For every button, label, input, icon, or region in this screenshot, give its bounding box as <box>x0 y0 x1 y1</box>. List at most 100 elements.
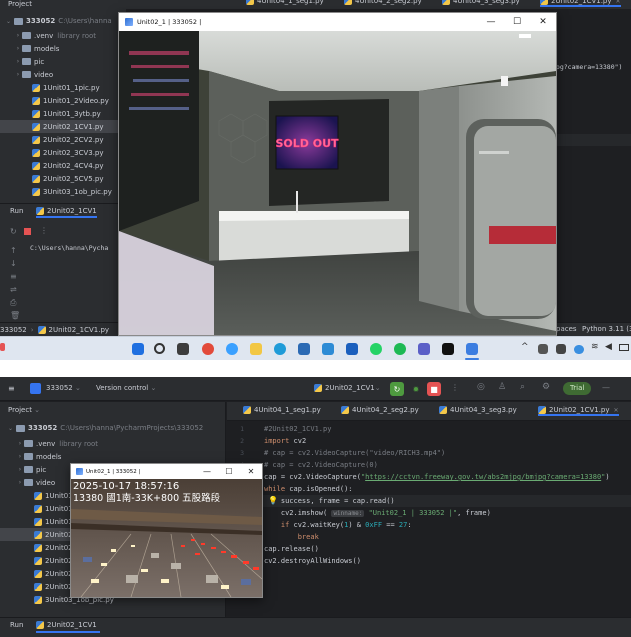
chevron-right-icon[interactable]: › <box>16 479 24 486</box>
status-indent[interactable]: paces <box>556 325 577 333</box>
project-root[interactable]: ⌄ 333052 C:\Users\hanna\PycharmProjects\… <box>8 424 203 432</box>
rerun-icon[interactable]: ↻ <box>10 227 17 236</box>
capture-window-titlebar[interactable]: Unit02_1 | 333052 | — ☐ ✕ <box>119 13 556 31</box>
editor-tab[interactable]: 4Unit04_2_seg2.py <box>341 406 419 414</box>
run-label[interactable]: Run <box>10 207 23 215</box>
store-icon[interactable] <box>298 343 310 355</box>
code-line[interactable]: # cap = cv2.VideoCapture("video/RICH3.mp… <box>264 447 445 459</box>
minimize-button[interactable]: — <box>602 383 610 392</box>
chevron-right-icon[interactable]: › <box>14 71 22 78</box>
pycharm-icon[interactable] <box>442 343 454 355</box>
search-icon[interactable] <box>154 343 165 354</box>
start-icon[interactable] <box>132 343 144 355</box>
project-switcher[interactable]: 333052 ⌄ <box>46 384 81 392</box>
code-line[interactable]: if cv2.waitKey(1) & 0xFF == 27: <box>264 519 412 531</box>
tray-app-icon[interactable] <box>556 344 566 354</box>
task-view-icon[interactable] <box>177 343 189 355</box>
account-icon[interactable]: ♙ <box>498 382 506 392</box>
status-project[interactable]: 333052 <box>0 326 27 334</box>
tray-app-icon[interactable] <box>538 344 548 354</box>
chevron-right-icon[interactable]: › <box>16 453 24 460</box>
app-icon[interactable] <box>322 343 334 355</box>
run-label[interactable]: Run <box>10 621 23 629</box>
tree-folder[interactable]: › .venv library root <box>0 437 226 450</box>
tray-chevron-icon[interactable]: ^ <box>521 342 529 352</box>
tree-file[interactable]: 2Unit02_2CV2.py <box>0 133 126 146</box>
tree-file[interactable]: 1Unit01_2Video.py <box>0 94 126 107</box>
capture-window-titlebar[interactable]: Unit02_1 | 333052 | — ☐ ✕ <box>71 464 262 479</box>
more-options-icon[interactable]: ⋮ <box>40 226 48 235</box>
tree-file[interactable]: 2Unit02_5CV5.py <box>0 172 126 185</box>
status-interpreter[interactable]: Python 3.11 (3 <box>582 325 631 333</box>
code-line[interactable]: cv2.destroyAllWindows() <box>264 555 361 567</box>
code-line[interactable]: success, frame = cap.read() <box>264 495 395 507</box>
chevron-right-icon[interactable]: › <box>14 32 22 39</box>
close-button[interactable]: ✕ <box>240 464 262 479</box>
volume-icon[interactable]: ◀ <box>605 342 612 352</box>
debug-icon[interactable]: ✹ <box>409 382 423 396</box>
close-tab-icon[interactable]: ✕ <box>614 407 619 414</box>
close-button[interactable]: ✕ <box>530 13 556 31</box>
trial-badge[interactable]: Trial <box>563 382 592 395</box>
tree-folder[interactable]: › models <box>0 450 226 463</box>
edge-icon[interactable] <box>274 343 286 355</box>
more-actions-icon[interactable]: ⋮ <box>451 383 459 392</box>
tree-file[interactable]: 3Unit03_1ob_pic.py <box>0 185 126 198</box>
search-icon[interactable]: ⌕ <box>520 382 525 392</box>
file-explorer-icon[interactable] <box>250 343 262 355</box>
tree-file[interactable]: 1Unit01_1pic.py <box>0 81 126 94</box>
status-file[interactable]: 2Unit02_1CV1.py <box>49 326 110 334</box>
settings-icon[interactable]: ⚙ <box>542 382 550 392</box>
spotify-icon[interactable] <box>394 343 406 355</box>
tree-file[interactable]: 2Unit02_4CV4.py <box>0 159 126 172</box>
run-tab[interactable]: 2Unit02_1CV1 <box>36 207 97 218</box>
tree-folder[interactable]: › .venv library root <box>0 29 126 42</box>
editor-tab[interactable]: 2Unit02_1CV1.py ✕ <box>538 406 619 416</box>
rerun-icon[interactable]: ↻ <box>390 382 404 396</box>
capture-window[interactable]: Unit02_1 | 333052 | — ☐ ✕ <box>118 12 557 336</box>
code-line[interactable]: #2Unit02_1CV1.py <box>264 423 331 435</box>
tree-file[interactable]: 2Unit02_3CV3.py <box>0 146 126 159</box>
code-line[interactable]: cv2.imshow( winname: "Unit02_1 | 333052 … <box>264 507 491 519</box>
chevron-right-icon[interactable]: › <box>14 45 22 52</box>
maximize-button[interactable]: ☐ <box>218 464 240 479</box>
stop-button[interactable]: ■ <box>427 382 441 396</box>
wifi-icon[interactable]: ≋ <box>591 342 599 352</box>
code-line[interactable]: while cap.isOpened(): <box>264 483 353 495</box>
tree-file[interactable]: 1Unit01_3ytb.py <box>0 107 126 120</box>
chevron-right-icon[interactable]: › <box>16 440 24 447</box>
tree-file[interactable]: 2Unit02_1CV1.py <box>0 120 126 133</box>
editor-tab[interactable]: 4Unit04_1_seg1.py <box>246 0 324 5</box>
code-line[interactable]: # cap = cv2.VideoCapture(0) <box>264 459 378 471</box>
notification-badge-icon[interactable] <box>0 343 5 351</box>
capture-window[interactable]: Unit02_1 | 333052 | — ☐ ✕ <box>70 463 263 598</box>
chevron-right-icon[interactable]: › <box>14 58 22 65</box>
code-line[interactable]: cap.release() <box>264 543 319 555</box>
onedrive-icon[interactable] <box>574 345 584 354</box>
project-label[interactable]: Project ⌄ <box>8 406 40 414</box>
code-line[interactable]: import cv2 <box>264 435 306 447</box>
outlook-icon[interactable] <box>346 343 358 355</box>
minimize-button[interactable]: — <box>196 464 218 479</box>
chrome-icon[interactable] <box>202 343 214 355</box>
editor-tab[interactable]: 4Unit04_3_seg3.py <box>442 0 520 5</box>
close-tab-icon[interactable]: ✕ <box>616 0 621 5</box>
minimize-button[interactable]: — <box>478 13 504 31</box>
chevron-right-icon[interactable]: › <box>16 466 24 473</box>
tree-folder[interactable]: › video <box>0 68 126 81</box>
teams-icon[interactable] <box>418 343 430 355</box>
whatsapp-icon[interactable] <box>370 343 382 355</box>
opencv-window-icon[interactable] <box>466 343 478 355</box>
copilot-icon[interactable] <box>226 343 238 355</box>
project-root[interactable]: ⌄ 333052 C:\Users\hanna <box>6 17 112 25</box>
run-tab[interactable]: 2Unit02_1CV1 <box>36 621 97 629</box>
hamburger-menu-icon[interactable]: ≡ <box>8 384 15 393</box>
tree-folder[interactable]: › models <box>0 42 126 55</box>
stop-icon[interactable] <box>24 228 31 235</box>
editor-tab[interactable]: 4Unit04_1_seg1.py <box>243 406 321 414</box>
vcs-menu[interactable]: Version control ⌄ <box>96 384 156 392</box>
editor-tab[interactable]: 4Unit04_2_seg2.py <box>344 0 422 5</box>
battery-icon[interactable] <box>619 344 629 351</box>
project-label[interactable]: Project <box>8 0 32 8</box>
editor-tab[interactable]: 2Unit02_1CV1.py ✕ <box>540 0 621 7</box>
